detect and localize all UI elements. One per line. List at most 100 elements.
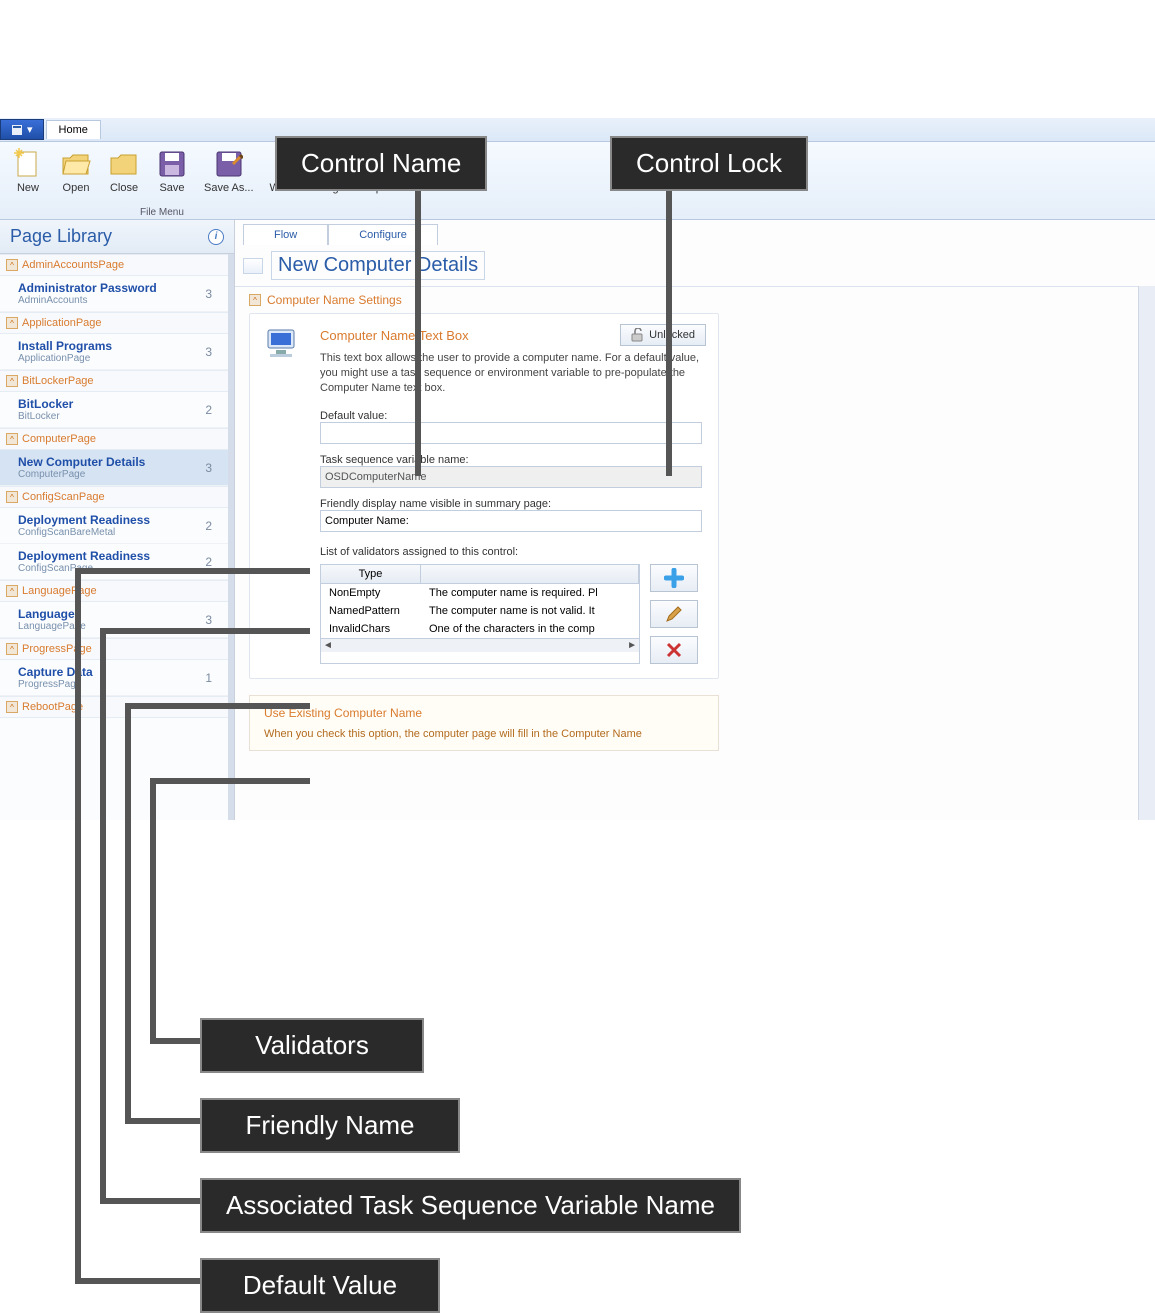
save-as-icon (213, 148, 245, 180)
lib-item[interactable]: Capture DataProgressPage1 (0, 660, 228, 696)
lib-group-name: ProgressPage (22, 643, 92, 655)
validators-header-row: Type (321, 565, 639, 584)
scroll-area: ^ Computer Name Settings Computer Name T… (235, 286, 1138, 820)
callout-line (125, 703, 310, 709)
lib-group-head[interactable]: ^LanguagePage (0, 580, 228, 602)
col-type: Type (321, 565, 421, 583)
lib-item[interactable]: Install ProgramsApplicationPage3 (0, 334, 228, 370)
content-tabs: Flow Configure (235, 220, 1155, 245)
delete-validator-button[interactable] (650, 636, 698, 664)
lib-group-head[interactable]: ^ ConfigScanPage (0, 486, 228, 508)
lib-item[interactable]: Administrator PasswordAdminAccounts3 (0, 276, 228, 312)
page-title-row: New Computer Details (235, 245, 1155, 286)
friendly-name-label: Friendly display name visible in summary… (320, 498, 702, 510)
use-existing-desc: When you check this option, the computer… (264, 728, 704, 740)
lib-group-name: ConfigScanPage (22, 491, 105, 503)
section-header[interactable]: ^ Computer Name Settings (249, 287, 1124, 313)
callout-line (150, 778, 310, 784)
validator-buttons (650, 564, 698, 664)
lib-item[interactable]: Deployment ReadinessConfigScanPage2 (0, 544, 228, 580)
validator-msg: One of the characters in the comp (421, 623, 639, 635)
vertical-scrollbar[interactable] (1138, 286, 1155, 820)
use-existing-title: Use Existing Computer Name (264, 706, 704, 720)
library-list[interactable]: ^AdminAccountsPageAdministrator Password… (0, 254, 234, 820)
ribbon-body: New Open Close Save Save As... Wizard Co… (0, 142, 1155, 220)
chevron-up-icon: ^ (6, 491, 18, 503)
callout-default-value: Default Value (200, 1258, 440, 1313)
info-icon[interactable]: i (208, 229, 224, 245)
new-label: New (17, 182, 39, 194)
lib-item-sub: ConfigScanBareMetal (18, 527, 150, 538)
callout-line (100, 1198, 200, 1204)
callout-line (125, 703, 131, 1123)
lib-item-sub: ProgressPage (18, 679, 93, 690)
friendly-name-input[interactable] (320, 510, 702, 532)
tab-flow[interactable]: Flow (243, 224, 328, 245)
lib-group-head[interactable]: ^ProgressPage (0, 638, 228, 660)
lib-item-sub: BitLocker (18, 411, 73, 422)
sidebar-title: Page Library (10, 226, 112, 247)
lib-item[interactable]: Deployment ReadinessConfigScanBareMetal 2 (0, 508, 228, 544)
callout-control-name: Control Name (275, 136, 487, 191)
save-icon (156, 148, 188, 180)
lib-item-title: Deployment Readiness (18, 549, 150, 563)
tab-home[interactable]: Home (46, 120, 101, 139)
validators-area: Type NonEmptyThe computer name is requir… (320, 564, 702, 664)
new-button[interactable]: New (8, 146, 48, 196)
lib-item-count: 2 (205, 519, 218, 533)
lib-group-head[interactable]: ^ApplicationPage (0, 312, 228, 334)
lib-item[interactable]: New Computer DetailsComputerPage3 (0, 450, 228, 486)
lib-group-head[interactable]: ^ComputerPage (0, 428, 228, 450)
use-existing-panel: Use Existing Computer Name When you chec… (249, 695, 719, 751)
lib-group-name: RebootPage (22, 701, 83, 713)
chevron-up-icon: ^ (6, 701, 18, 713)
task-var-input[interactable] (320, 466, 702, 488)
main-area: Page Library i ^AdminAccountsPageAdminis… (0, 220, 1155, 820)
lib-item-title: New Computer Details (18, 455, 145, 469)
sidebar-header: Page Library i (0, 220, 234, 254)
control-description: This text box allows the user to provide… (320, 351, 702, 396)
lock-button[interactable]: Unlocked (620, 324, 706, 346)
tab-configure[interactable]: Configure (328, 224, 438, 245)
open-button[interactable]: Open (56, 146, 96, 196)
validator-row[interactable]: NamedPatternThe computer name is not val… (321, 602, 639, 620)
save-button[interactable]: Save (152, 146, 192, 196)
add-validator-button[interactable] (650, 564, 698, 592)
edit-validator-button[interactable] (650, 600, 698, 628)
default-value-input[interactable] (320, 422, 702, 444)
validators-hscroll[interactable]: ◄► (321, 638, 639, 652)
lib-group-name: AdminAccountsPage (22, 259, 124, 271)
file-menu-button[interactable]: ▾ (0, 119, 44, 140)
default-value-label: Default value: (320, 410, 702, 422)
task-var-label: Task sequence variable name: (320, 454, 702, 466)
chevron-up-icon: ^ (6, 317, 18, 329)
page-icon (243, 258, 263, 274)
validator-type: NonEmpty (321, 587, 421, 599)
lib-group-head[interactable]: ^AdminAccountsPage (0, 254, 228, 276)
lib-item[interactable]: BitLockerBitLocker2 (0, 392, 228, 428)
close-button[interactable]: Close (104, 146, 144, 196)
lib-group-head[interactable]: ^BitLockerPage (0, 370, 228, 392)
callout-line (125, 1118, 200, 1124)
callout-line (150, 778, 156, 1043)
chevron-up-icon: ^ (6, 585, 18, 597)
page-library-sidebar: Page Library i ^AdminAccountsPageAdminis… (0, 220, 235, 820)
lib-item-count: 3 (205, 287, 218, 301)
validator-row[interactable]: NonEmptyThe computer name is required. P… (321, 584, 639, 602)
callout-line (75, 1278, 200, 1284)
close-label: Close (110, 182, 138, 194)
save-as-label: Save As... (204, 182, 254, 194)
validator-row[interactable]: InvalidCharsOne of the characters in the… (321, 620, 639, 638)
lib-item-count: 3 (205, 345, 218, 359)
validator-type: NamedPattern (321, 605, 421, 617)
lib-item-sub: AdminAccounts (18, 295, 157, 306)
callout-line (150, 1038, 200, 1044)
lib-item-count: 2 (205, 555, 218, 569)
lib-item-title: Deployment Readiness (18, 513, 150, 527)
callout-line (75, 568, 310, 574)
validators-table[interactable]: Type NonEmptyThe computer name is requir… (320, 564, 640, 664)
save-as-button[interactable]: Save As... (200, 146, 258, 196)
callout-line (75, 568, 81, 1283)
lib-item-count: 3 (205, 461, 218, 475)
col-spacer (421, 565, 639, 583)
